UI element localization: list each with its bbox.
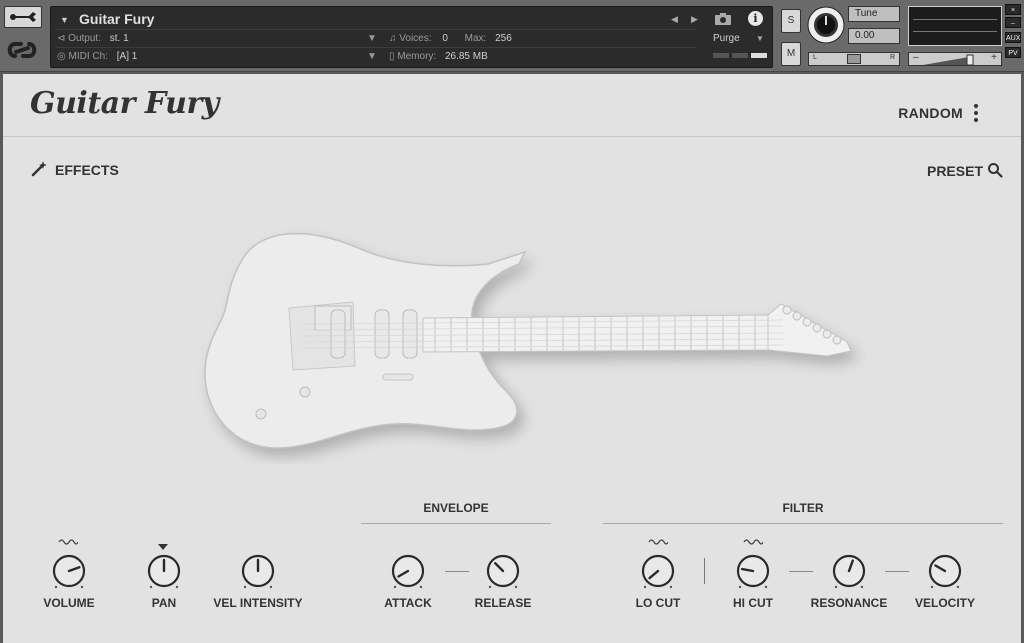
wrench-icon: [10, 12, 36, 22]
knob-link-line: [445, 571, 469, 572]
attack-knob[interactable]: [388, 551, 428, 591]
memory-row: ▯ Memory: 26.85 MB: [389, 51, 488, 62]
close-button[interactable]: ×: [1005, 4, 1021, 15]
purge-menu[interactable]: Purge: [713, 33, 740, 44]
release-knob[interactable]: [483, 551, 523, 591]
kontakt-instrument-window: ▼ Guitar Fury ◀ ▶ i ⊲ Output: st. 1 ▼ ♫ …: [0, 0, 1024, 643]
attack-label: ATTACK: [384, 596, 432, 610]
minimize-button[interactable]: –: [1005, 17, 1021, 28]
row-separator: [55, 47, 696, 48]
purge-caret[interactable]: ▼: [756, 34, 764, 43]
instrument-header-panel: ▼ Guitar Fury ◀ ▶ i ⊲ Output: st. 1 ▼ ♫ …: [50, 6, 773, 68]
pv-button[interactable]: PV: [1005, 47, 1021, 58]
side-button-strip: × – AUX PV: [1005, 4, 1021, 66]
instrument-menu-caret[interactable]: ▼: [60, 15, 69, 25]
tune-label: Tune: [848, 6, 900, 22]
output-row[interactable]: ⊲ Output: st. 1: [57, 33, 129, 44]
filter-title: FILTER: [782, 501, 824, 515]
aux-button[interactable]: AUX: [1005, 32, 1021, 43]
envelope-title: ENVELOPE: [423, 501, 489, 515]
filter-separator: [704, 558, 705, 584]
instrument-ui: Guitar Fury RANDOM EFFECTS PRESET ENVELO…: [3, 74, 1021, 643]
resonance-knob[interactable]: [829, 551, 869, 591]
info-icon[interactable]: i: [748, 11, 763, 26]
purge-indicator: [732, 53, 748, 58]
output-value: st. 1: [109, 33, 129, 44]
resonance-label: RESONANCE: [810, 596, 888, 610]
hi-cut-knob[interactable]: [733, 551, 773, 591]
output-dropdown-caret[interactable]: ▼: [367, 33, 377, 44]
camera-icon[interactable]: [714, 12, 732, 26]
pan-knob[interactable]: [144, 551, 184, 591]
midi-channel-row[interactable]: ◎ MIDI Ch: [A] 1: [57, 51, 137, 62]
next-instrument-arrow[interactable]: ▶: [691, 14, 698, 25]
mute-button[interactable]: M: [781, 42, 801, 66]
random-button[interactable]: RANDOM: [898, 105, 963, 121]
pan-slider-thumb[interactable]: [847, 54, 861, 64]
search-icon[interactable]: [987, 162, 1003, 178]
header-divider: [3, 136, 1021, 137]
release-label: RELEASE: [474, 596, 532, 610]
brand-logo-icon[interactable]: [5, 36, 39, 64]
hi-cut-label: HI CUT: [733, 596, 773, 610]
knob-link-line: [789, 571, 813, 572]
solo-button[interactable]: S: [781, 9, 801, 33]
volume-knob[interactable]: [49, 551, 89, 591]
brand-title: Guitar Fury: [30, 86, 219, 121]
preset-button[interactable]: PRESET: [927, 163, 983, 179]
vel-intensity-knob[interactable]: [238, 551, 278, 591]
volume-label: VOLUME: [43, 596, 95, 610]
vel-intensity-label: VEL INTENSITY: [213, 596, 303, 610]
midi-dropdown-caret[interactable]: ▼: [367, 51, 377, 62]
velocity-label: VELOCITY: [914, 596, 975, 610]
sine-wave-icon: [743, 539, 763, 545]
tune-value-field[interactable]: 0.00: [848, 28, 900, 44]
voices-row: ♫ Voices: 0 Max: 256: [389, 33, 512, 44]
guitar-illustration: [204, 232, 852, 449]
vertical-dots-icon[interactable]: [971, 102, 981, 124]
header-pan-slider[interactable]: L R: [808, 52, 900, 66]
row-separator: [55, 29, 696, 30]
envelope-divider: [361, 523, 551, 524]
velocity-knob[interactable]: [925, 551, 965, 591]
wrench-button[interactable]: [4, 6, 42, 28]
prev-instrument-arrow[interactable]: ◀: [671, 14, 678, 25]
instrument-name[interactable]: Guitar Fury: [79, 11, 154, 27]
effects-label: EFFECTS: [55, 162, 119, 178]
header-volume-slider[interactable]: – +: [908, 52, 1002, 66]
knob-link-line: [885, 571, 909, 572]
level-meter: [908, 6, 1002, 46]
filter-divider: [603, 523, 1003, 524]
kontakt-header: ▼ Guitar Fury ◀ ▶ i ⊲ Output: st. 1 ▼ ♫ …: [0, 0, 1024, 72]
purge-indicator: [713, 53, 729, 58]
sine-wave-icon: [648, 539, 668, 545]
lo-cut-label: LO CUT: [635, 596, 681, 610]
tune-knob[interactable]: [807, 6, 845, 44]
lo-cut-knob[interactable]: [638, 551, 678, 591]
pan-center-marker: [158, 544, 168, 550]
sine-wave-icon: [58, 539, 78, 545]
volume-wedge: [923, 54, 974, 66]
midi-channel-value: [A] 1: [116, 51, 138, 62]
purge-indicator: [751, 53, 767, 58]
magic-wand-icon: [31, 161, 47, 177]
